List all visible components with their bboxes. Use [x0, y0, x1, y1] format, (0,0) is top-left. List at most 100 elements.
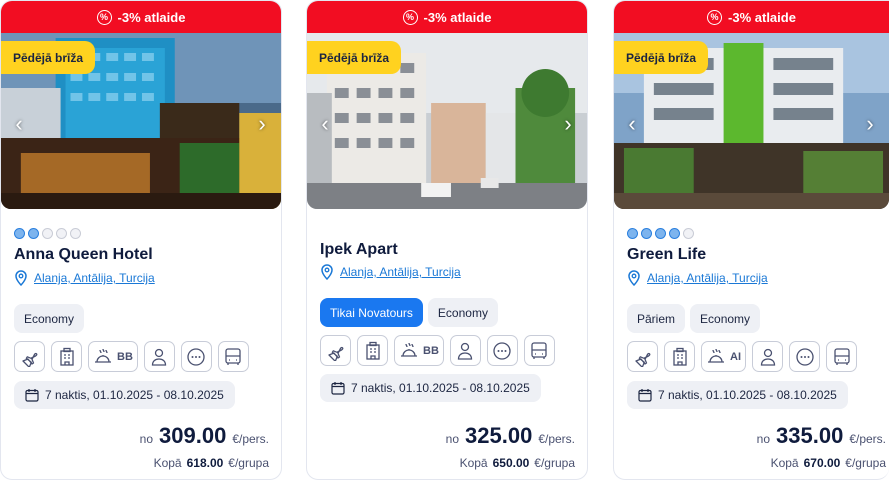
location-label: Alanja, Antālija, Turcija [647, 271, 768, 285]
tag-list: Pāriem Economy [627, 304, 761, 333]
dates-label: 7 naktis, 01.10.2025 - 08.10.2025 [658, 388, 837, 402]
total-unit: €/grupa [228, 456, 269, 470]
price-row: no 335.00 €/pers. [757, 423, 886, 449]
meal-icon[interactable]: BB [88, 341, 138, 372]
location-label: Alanja, Antālija, Turcija [340, 265, 461, 279]
price-row: no 309.00 €/pers. [140, 423, 269, 449]
price-value: 325.00 [465, 423, 533, 448]
plane-icon[interactable] [320, 335, 351, 366]
price-unit: €/pers. [538, 432, 575, 446]
discount-label: -3% atlaide [728, 9, 796, 25]
hotel-card[interactable]: % -3% atlaide Pēdējā brīža ‹ › Anna Quee… [0, 0, 282, 480]
total-unit: €/grupa [845, 456, 886, 470]
price-row: no 325.00 €/pers. [446, 423, 575, 449]
calendar-icon [331, 382, 345, 395]
price-prefix: no [445, 432, 460, 446]
star-icon [28, 228, 39, 239]
plane-icon[interactable] [14, 341, 45, 372]
hotel-card[interactable]: % -3% atlaide Pēdējā brīža ‹ › Ipek Apar… [306, 0, 588, 480]
star-icon [14, 228, 25, 239]
pin-icon [15, 270, 27, 286]
price-value: 309.00 [159, 423, 227, 448]
person-icon[interactable] [752, 341, 783, 372]
price-unit: €/pers. [849, 432, 886, 446]
price-unit: €/pers. [232, 432, 269, 446]
total-label: Kopā [459, 456, 488, 470]
star-icon [42, 228, 53, 239]
bus-icon[interactable] [826, 341, 857, 372]
plane-icon[interactable] [627, 341, 658, 372]
tag-chip: Economy [690, 304, 761, 333]
location-label: Alanja, Antālija, Turcija [34, 271, 155, 285]
travel-dates: 7 naktis, 01.10.2025 - 08.10.2025 [627, 381, 848, 409]
star-icon [669, 228, 680, 239]
travel-dates: 7 naktis, 01.10.2025 - 08.10.2025 [14, 381, 235, 409]
chevron-right-icon[interactable]: › [557, 111, 579, 137]
hotel-icon[interactable] [51, 341, 82, 372]
pin-icon [628, 270, 640, 286]
amenity-icons: BB [320, 335, 555, 366]
total-value: 670.00 [803, 456, 841, 470]
bus-icon[interactable] [217, 341, 249, 372]
dates-label: 7 naktis, 01.10.2025 - 08.10.2025 [351, 381, 530, 395]
tag-list: Economy [14, 304, 85, 333]
last-minute-badge: Pēdējā brīža [1, 41, 96, 74]
hotel-name[interactable]: Anna Queen Hotel [14, 246, 153, 264]
tag-list: Tikai Novatours Economy [320, 298, 498, 327]
board-label: BB [423, 344, 439, 357]
star-rating [627, 228, 694, 239]
last-minute-badge: Pēdējā brīža [614, 41, 709, 74]
discount-label: -3% atlaide [117, 9, 186, 25]
star-icon [56, 228, 67, 239]
amenity-icons: AI [627, 341, 857, 372]
total-label: Kopā [770, 456, 799, 470]
chevron-left-icon[interactable]: ‹ [314, 111, 336, 137]
last-minute-badge: Pēdējā brīža [307, 41, 402, 74]
meal-icon[interactable]: AI [701, 341, 746, 372]
hotel-location-link[interactable]: Alanja, Antālija, Turcija [320, 264, 461, 280]
hotel-icon[interactable] [357, 335, 388, 366]
hotel-location-link[interactable]: Alanja, Antālija, Turcija [14, 270, 155, 286]
calendar-icon [25, 389, 39, 402]
star-icon [641, 228, 652, 239]
person-icon[interactable] [143, 341, 175, 372]
star-icon [627, 228, 638, 239]
star-icon [70, 228, 81, 239]
board-label: BB [117, 350, 133, 363]
chevron-left-icon[interactable]: ‹ [621, 111, 643, 137]
hotel-location-link[interactable]: Alanja, Antālija, Turcija [627, 270, 768, 286]
star-rating [14, 228, 81, 239]
more-icon[interactable] [486, 335, 518, 366]
tag-chip: Economy [14, 304, 85, 333]
hotel-name[interactable]: Green Life [627, 246, 706, 264]
chevron-right-icon[interactable]: › [251, 111, 273, 137]
discount-banner: % -3% atlaide [307, 1, 587, 33]
price-value: 335.00 [776, 423, 844, 448]
chevron-left-icon[interactable]: ‹ [8, 111, 30, 137]
travel-dates: 7 naktis, 01.10.2025 - 08.10.2025 [320, 374, 541, 402]
person-icon[interactable] [449, 335, 481, 366]
price-prefix: no [756, 432, 771, 446]
more-icon[interactable] [789, 341, 820, 372]
hotel-card[interactable]: % -3% atlaide Pēdējā brīža ‹ › Green Lif [613, 0, 889, 480]
discount-label: -3% atlaide [423, 9, 492, 25]
dates-label: 7 naktis, 01.10.2025 - 08.10.2025 [45, 388, 224, 402]
discount-banner: % -3% atlaide [614, 1, 889, 33]
total-row: Kopā 650.00 €/grupa [460, 456, 575, 470]
total-value: 618.00 [186, 456, 224, 470]
meal-icon[interactable]: BB [394, 335, 444, 366]
total-row: Kopā 618.00 €/grupa [154, 456, 269, 470]
more-icon[interactable] [180, 341, 212, 372]
bus-icon[interactable] [523, 335, 555, 366]
star-icon [655, 228, 666, 239]
chevron-right-icon[interactable]: › [859, 111, 881, 137]
percent-icon: % [96, 9, 112, 25]
total-unit: €/grupa [534, 456, 575, 470]
tag-chip: Pāriem [627, 304, 686, 333]
tag-chip: Economy [427, 298, 498, 327]
pin-icon [321, 264, 333, 280]
hotel-icon[interactable] [664, 341, 695, 372]
total-value: 650.00 [492, 456, 530, 470]
star-icon [683, 228, 694, 239]
hotel-name[interactable]: Ipek Apart [320, 241, 398, 259]
